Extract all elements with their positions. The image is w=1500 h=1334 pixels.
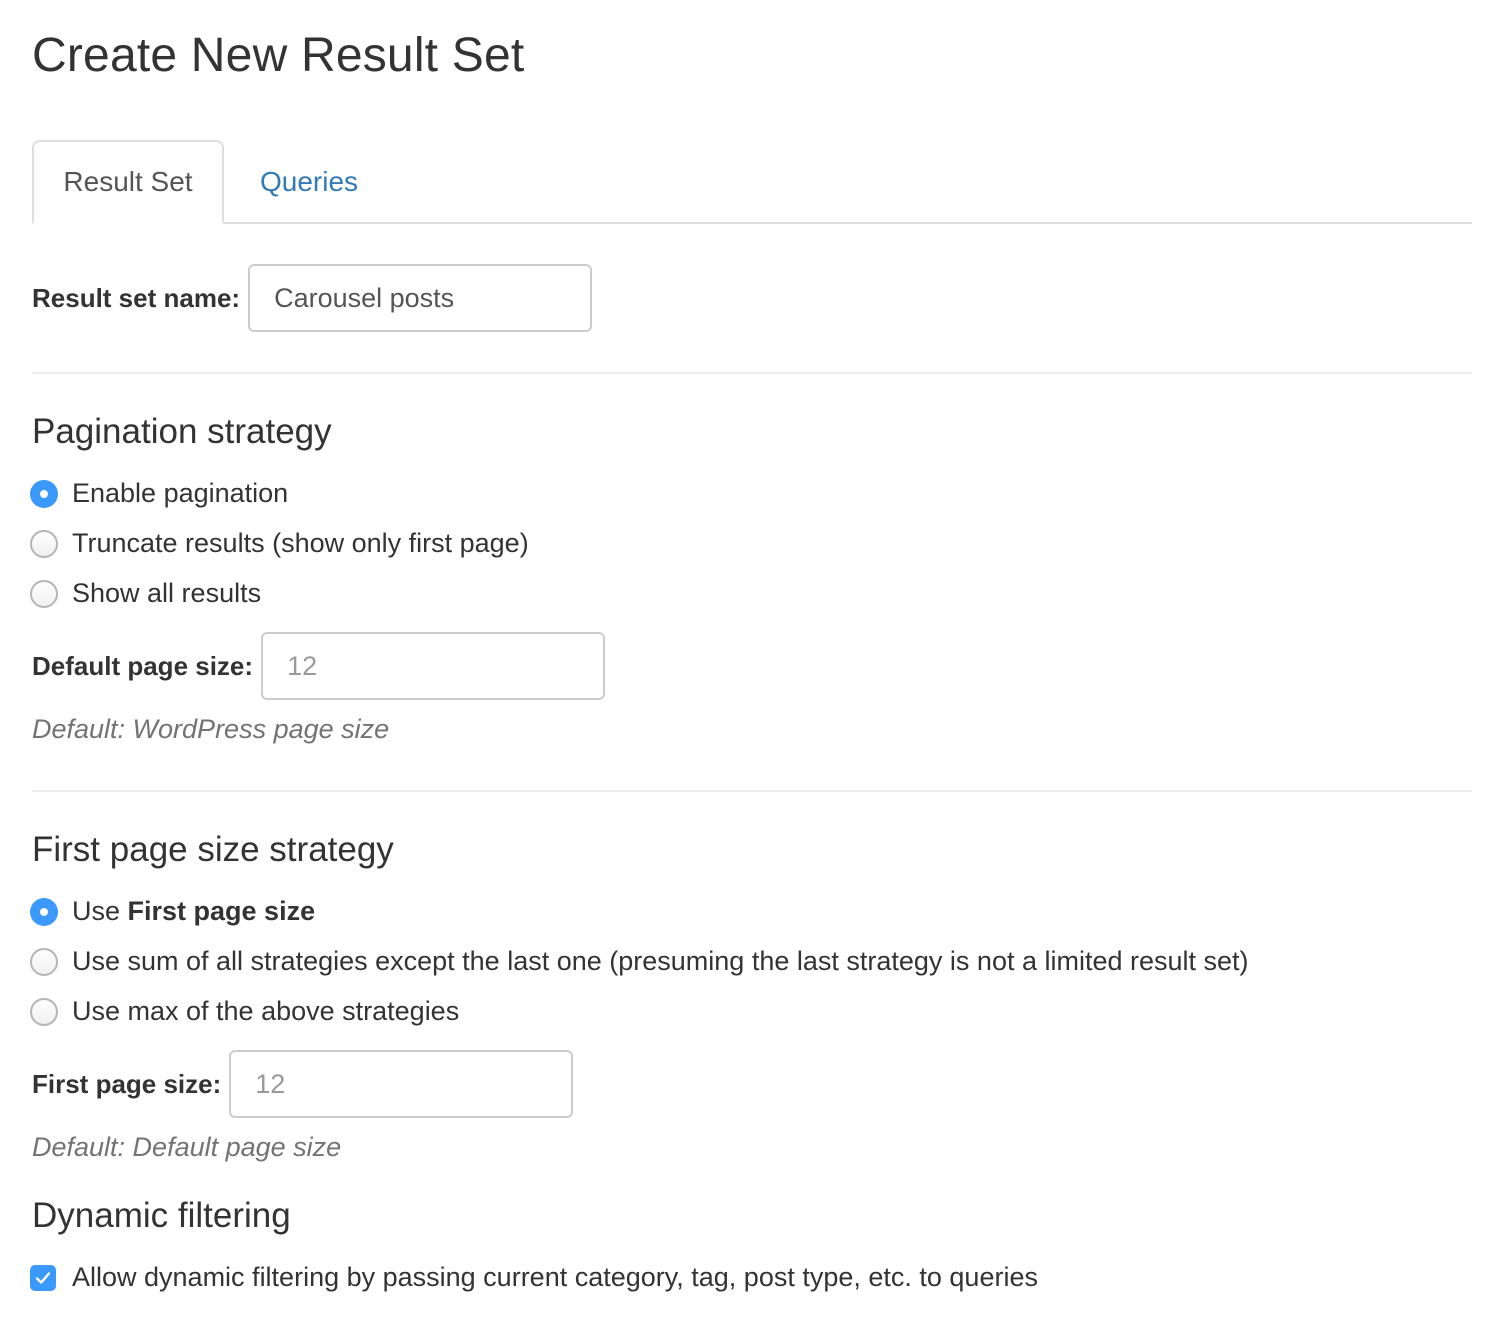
radio-label: Show all results [72, 578, 262, 608]
radio-button-checked[interactable] [30, 479, 58, 508]
result-set-name-row: Result set name: [32, 264, 593, 332]
first-page-size-row: First page size: [32, 1050, 574, 1118]
radio-button[interactable] [30, 529, 58, 558]
radio-use-first-page-size[interactable]: Use First page size [30, 896, 315, 927]
radio-enable-pagination[interactable]: Enable pagination [30, 478, 288, 509]
default-page-size-help: Default: WordPress page size [32, 714, 390, 744]
radio-label-prefix: Use [72, 896, 128, 926]
tab-queries[interactable]: Queries [260, 140, 358, 224]
radio-label: Enable pagination [72, 478, 289, 508]
dynamic-filtering-checkbox-row[interactable]: Allow dynamic filtering by passing curre… [30, 1262, 1038, 1293]
radio-button[interactable] [30, 997, 58, 1026]
radio-show-all-results[interactable]: Show all results [30, 578, 261, 609]
pagination-strategy-heading: Pagination strategy [32, 412, 332, 451]
result-set-name-input[interactable] [248, 264, 593, 332]
dynamic-filtering-heading: Dynamic filtering [32, 1196, 291, 1235]
first-page-size-input[interactable] [229, 1050, 574, 1118]
default-page-size-label: Default page size: [32, 650, 254, 681]
radio-label: Use sum of all strategies except the las… [72, 946, 1249, 976]
radio-use-sum-of-strategies[interactable]: Use sum of all strategies except the las… [30, 946, 1249, 977]
radio-label: Use max of the above strategies [72, 996, 460, 1026]
radio-label: Truncate results (show only first page) [72, 528, 529, 558]
checkbox-checked[interactable] [30, 1264, 56, 1291]
section-divider [32, 790, 1472, 792]
create-result-set-page: Create New Result Set Result Set Queries… [0, 0, 1500, 1334]
first-page-size-help: Default: Default page size [32, 1132, 342, 1162]
radio-button[interactable] [30, 579, 58, 608]
result-set-name-label: Result set name: [32, 282, 241, 313]
radio-button-checked[interactable] [30, 897, 58, 926]
page-title: Create New Result Set [32, 29, 525, 82]
first-page-size-label: First page size: [32, 1068, 222, 1099]
first-page-size-strategy-heading: First page size strategy [32, 830, 394, 869]
default-page-size-input[interactable] [261, 632, 606, 700]
checkmark-icon [35, 1271, 51, 1284]
radio-label-bold: First page size [127, 896, 316, 926]
checkbox-label: Allow dynamic filtering by passing curre… [72, 1262, 1038, 1292]
radio-use-max-of-strategies[interactable]: Use max of the above strategies [30, 996, 459, 1027]
radio-button[interactable] [30, 947, 58, 976]
tab-result-set[interactable]: Result Set [32, 140, 224, 224]
tab-bar: Result Set Queries [32, 140, 1472, 224]
radio-truncate-results[interactable]: Truncate results (show only first page) [30, 528, 529, 559]
section-divider [32, 372, 1472, 374]
default-page-size-row: Default page size: [32, 632, 606, 700]
